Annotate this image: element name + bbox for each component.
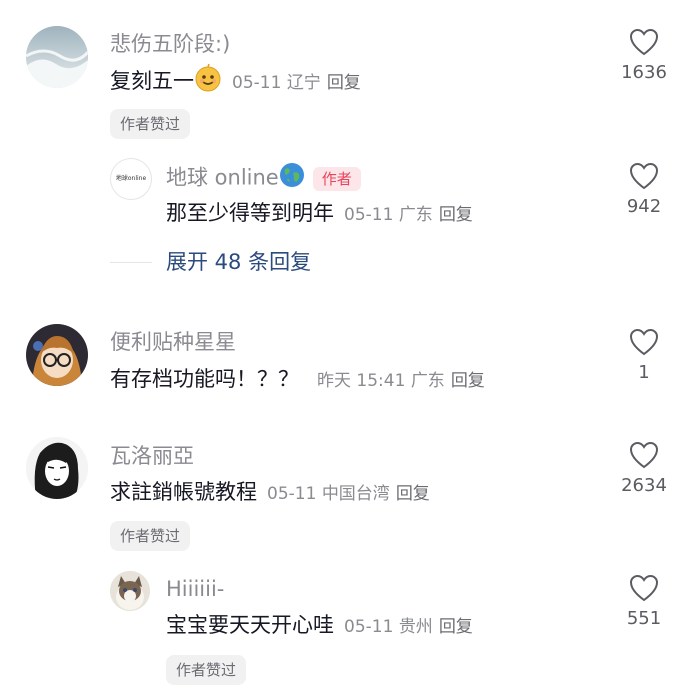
comment-text-row: 求註銷帳號教程 05-11 中国台湾 回复: [110, 477, 430, 509]
reply-date: 05-11: [344, 617, 394, 637]
comment-text: 复刻五一: [110, 69, 194, 93]
expand-replies-button[interactable]: 展开 48 条回复: [166, 248, 311, 276]
like-button[interactable]: 942: [618, 162, 670, 218]
avatar-image: [26, 324, 88, 386]
comment-username[interactable]: 瓦洛丽亞: [110, 442, 194, 470]
reply-button[interactable]: 回复: [439, 617, 473, 637]
reply-button[interactable]: 回复: [451, 371, 485, 391]
reply-text-row: 那至少得等到明年 05-11 广东 回复: [166, 198, 473, 230]
avatar-label: 地球online: [115, 175, 147, 182]
author-liked-badge: 作者赞过: [166, 655, 247, 685]
reply-button[interactable]: 回复: [327, 73, 361, 93]
reply-location: 广东: [398, 205, 433, 225]
comment-location: 中国台湾: [321, 484, 390, 504]
avatar-image: [110, 571, 150, 611]
expand-divider: [110, 262, 152, 263]
avatar[interactable]: 地球online: [110, 158, 152, 200]
author-liked-badge: 作者赞过: [110, 521, 191, 551]
reply-username[interactable]: Hiiiiii-: [166, 575, 224, 603]
smiling-face-emoji-icon: [194, 63, 222, 100]
comment-username[interactable]: 悲伤五阶段:): [110, 30, 230, 58]
author-tag: 作者: [312, 166, 361, 191]
comment-date: 05-11: [232, 73, 282, 93]
heart-icon: [629, 574, 659, 602]
heart-icon: [629, 162, 659, 190]
comment-location: 广东: [410, 371, 445, 391]
like-button[interactable]: 1: [618, 328, 670, 384]
reply-button[interactable]: 回复: [439, 205, 473, 225]
reply-text: 那至少得等到明年: [166, 201, 334, 225]
like-count: 551: [626, 608, 662, 629]
reply-button[interactable]: 回复: [396, 484, 430, 504]
like-count: 2634: [621, 475, 667, 496]
comment-text: 求註銷帳號教程: [110, 480, 257, 504]
like-count: 942: [626, 196, 662, 217]
comment-text-row: 有存档功能吗！？？ 昨天 15:41 广东 回复: [110, 364, 485, 396]
avatar[interactable]: [26, 324, 88, 386]
like-button[interactable]: 551: [618, 574, 670, 630]
globe-emoji-icon: [279, 162, 305, 195]
reply-text: 宝宝要天天开心哇: [166, 613, 334, 637]
avatar[interactable]: [26, 26, 88, 88]
reply-username-row: 地球 online 作者: [166, 162, 361, 195]
like-count: 1: [638, 362, 650, 383]
heart-icon: [629, 28, 659, 56]
avatar-image: [26, 437, 88, 499]
avatar[interactable]: [110, 571, 150, 611]
like-count: 1636: [621, 62, 667, 83]
heart-icon: [629, 328, 659, 356]
comment-date: 昨天 15:41: [317, 371, 406, 391]
comment-text-row: 复刻五一 05-11 辽宁 回复: [110, 63, 361, 100]
like-button[interactable]: 2634: [618, 441, 670, 497]
heart-icon: [629, 441, 659, 469]
comment-date: 05-11: [267, 484, 317, 504]
comment-username[interactable]: 便利贴种星星: [110, 328, 236, 356]
comment-location: 辽宁: [286, 73, 321, 93]
avatar-image: [26, 26, 88, 88]
reply-location: 贵州: [398, 617, 433, 637]
reply-date: 05-11: [344, 205, 394, 225]
author-liked-badge: 作者赞过: [110, 109, 191, 139]
reply-text-row: 宝宝要天天开心哇 05-11 贵州 回复: [166, 610, 473, 642]
like-button[interactable]: 1636: [618, 28, 670, 84]
reply-username[interactable]: 地球 online: [166, 166, 279, 190]
avatar[interactable]: [26, 437, 88, 499]
comment-text: 有存档功能吗！？？: [110, 367, 299, 391]
